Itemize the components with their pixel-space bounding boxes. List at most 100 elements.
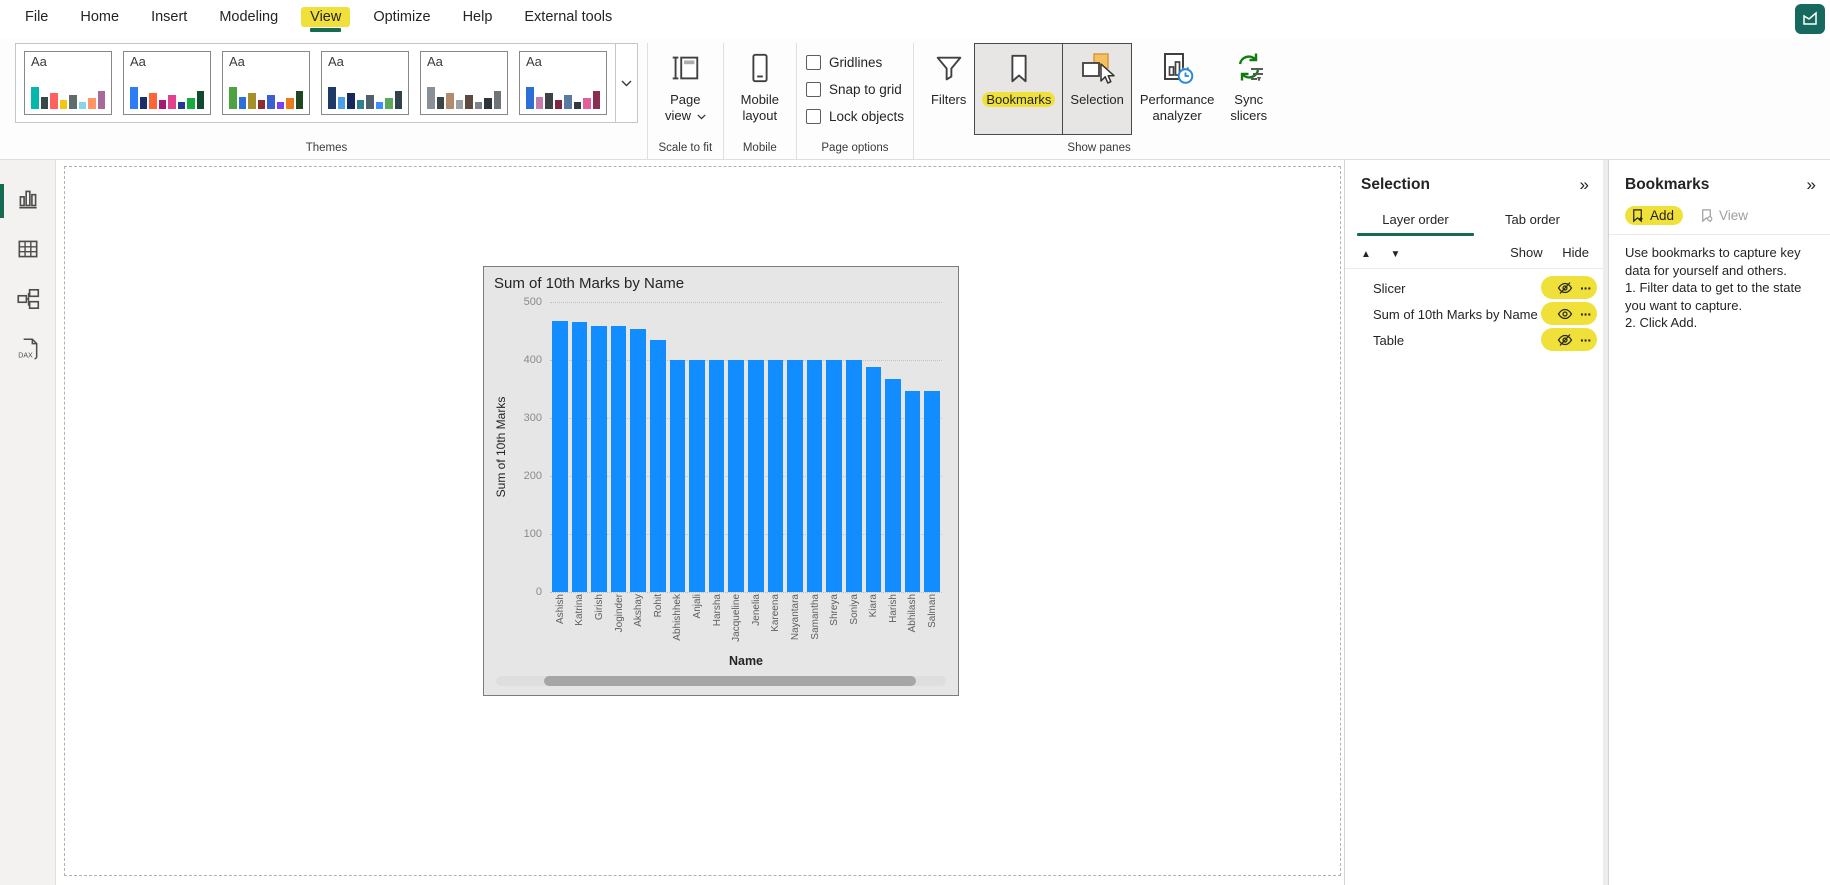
report-page[interactable]: Sum of 10th Marks by Name Sum of 10th Ma… [64,166,1341,876]
x-tick-label: Joginder [611,594,627,650]
layer-item-label: Slicer [1373,281,1557,296]
bar-harsha[interactable] [709,360,725,592]
eye-hidden-icon[interactable] [1557,280,1573,296]
more-options-icon[interactable]: ··· [1580,332,1591,348]
x-tick-label: Samantha [807,594,823,650]
bar-chart-visual[interactable]: Sum of 10th Marks by Name Sum of 10th Ma… [483,266,959,696]
collapse-pane-icon[interactable]: » [1580,175,1589,195]
scrollbar-thumb[interactable] [544,676,916,686]
theme-card-3[interactable]: Aa [222,51,310,115]
checkbox-box[interactable] [806,109,821,124]
sidebar-dax-query-view[interactable]: DAX [0,326,56,376]
bar-kiara[interactable] [866,367,882,592]
menu-item-external-tools[interactable]: External tools [515,7,621,32]
checkbox-box[interactable] [806,55,821,70]
bar-rohit[interactable] [650,340,666,592]
chart-body: Sum of 10th Marks 0100200300400500 Ashis… [494,296,948,692]
theme-card-2[interactable]: Aa [123,51,211,115]
checkbox-label: Lock objects [829,109,904,124]
hide-all-button[interactable]: Hide [1562,245,1589,260]
selection-pane-button[interactable]: Selection [1062,43,1131,135]
menu-item-file[interactable]: File [16,7,57,32]
x-tick-label: Jacqueline [728,594,744,650]
menu-item-insert[interactable]: Insert [142,7,196,32]
checkbox-gridlines[interactable]: Gridlines [806,49,904,76]
layer-item-slicer[interactable]: Slicer ··· [1345,275,1603,301]
bar-shreya[interactable] [826,360,842,592]
tab-layer-order[interactable]: Layer order [1357,205,1474,236]
menu-item-optimize[interactable]: Optimize [364,7,439,32]
dax-query-view-icon: DAX [15,336,41,367]
theme-card-6[interactable]: Aa [519,51,607,115]
bar-akshay[interactable] [630,329,646,592]
bar-nayantara[interactable] [787,360,803,592]
bar-jenelia[interactable] [748,360,764,592]
bookmarks-pane: Bookmarks » Add View Use bookmarks to ca… [1608,160,1830,885]
more-options-icon[interactable]: ··· [1580,280,1591,296]
theme-palette-preview [130,81,204,109]
chart-horizontal-scrollbar[interactable] [496,676,946,686]
menu-item-modeling[interactable]: Modeling [210,7,287,32]
filters-pane-button[interactable]: Filters [923,43,974,135]
menu-item-view[interactable]: View [301,7,350,32]
bar-salman[interactable] [924,391,940,592]
sidebar-table-view[interactable] [0,226,56,276]
app-icon[interactable] [1795,4,1825,34]
show-all-button[interactable]: Show [1510,245,1543,260]
menu-item-help[interactable]: Help [454,7,502,32]
page-view-button[interactable]: Page view [657,43,714,124]
x-tick-label: Ashish [552,594,568,650]
mobile-group-label: Mobile [733,140,787,159]
mobile-layout-label-1: Mobile [741,92,779,108]
bar-jacqueline[interactable] [728,360,744,592]
theme-card-4[interactable]: Aa [321,51,409,115]
performance-pane-button[interactable]: Performance analyzer [1132,43,1222,135]
bar-abhilash[interactable] [905,391,921,592]
bar-joginder[interactable] [611,326,627,592]
themes-gallery-expand-button[interactable] [615,44,637,122]
checkbox-lock-objects[interactable]: Lock objects [806,103,904,130]
x-tick-label: Abhilash [905,594,921,650]
bookmark-add-icon [1630,208,1645,223]
x-tick-label: Soniya [846,594,862,650]
bar-kareena[interactable] [768,360,784,592]
checkbox-label: Gridlines [829,55,882,70]
bar-anjali[interactable] [689,360,705,592]
theme-card-5[interactable]: Aa [420,51,508,115]
move-layer-down-button[interactable]: ▼ [1391,249,1401,260]
layer-order-arrows: ▲ ▼ [1361,245,1416,260]
bar-harish[interactable] [885,379,901,592]
bar-ashish[interactable] [552,321,568,592]
chart-x-axis-title: Name [550,654,942,668]
checkbox-box[interactable] [806,82,821,97]
add-bookmark-button[interactable]: Add [1625,206,1683,225]
checkbox-snap-to-grid[interactable]: Snap to grid [806,76,904,103]
view-sidebar: DAX [0,160,56,885]
collapse-pane-icon[interactable]: » [1807,175,1816,195]
eye-hidden-icon[interactable] [1557,332,1573,348]
app-logo-glyph [1800,9,1820,29]
layer-item-table[interactable]: Table ··· [1345,327,1603,353]
more-options-icon[interactable]: ··· [1580,306,1591,322]
sidebar-model-view[interactable] [0,276,56,326]
menu-item-home[interactable]: Home [71,7,128,32]
sidebar-report-view[interactable] [0,176,56,226]
theme-palette-preview [229,81,303,109]
bar-samantha[interactable] [807,360,823,592]
bar-soniya[interactable] [846,360,862,592]
view-bookmarks-button[interactable]: View [1699,208,1748,223]
eye-icon[interactable] [1557,306,1573,322]
move-layer-up-button[interactable]: ▲ [1361,249,1371,260]
x-tick-label: Katrina [572,594,588,650]
bookmarks-pane-button[interactable]: Bookmarks [974,43,1063,135]
bar-abhishhek[interactable] [670,360,686,592]
mobile-layout-button[interactable]: Mobile layout [733,43,787,124]
theme-card-1[interactable]: Aa [24,51,112,115]
bar-katrina[interactable] [572,322,588,592]
layer-item-sum-of-10th-marks-by-name[interactable]: Sum of 10th Marks by Name ··· [1345,301,1603,327]
bar-girish[interactable] [591,326,607,592]
bookmark-view-icon [1699,208,1714,223]
tab-tab-order[interactable]: Tab order [1474,205,1591,236]
show-panes-buttons: Filters Bookmarks Selection Performance … [923,43,1275,135]
sync-pane-button[interactable]: Sync slicers [1222,43,1275,135]
